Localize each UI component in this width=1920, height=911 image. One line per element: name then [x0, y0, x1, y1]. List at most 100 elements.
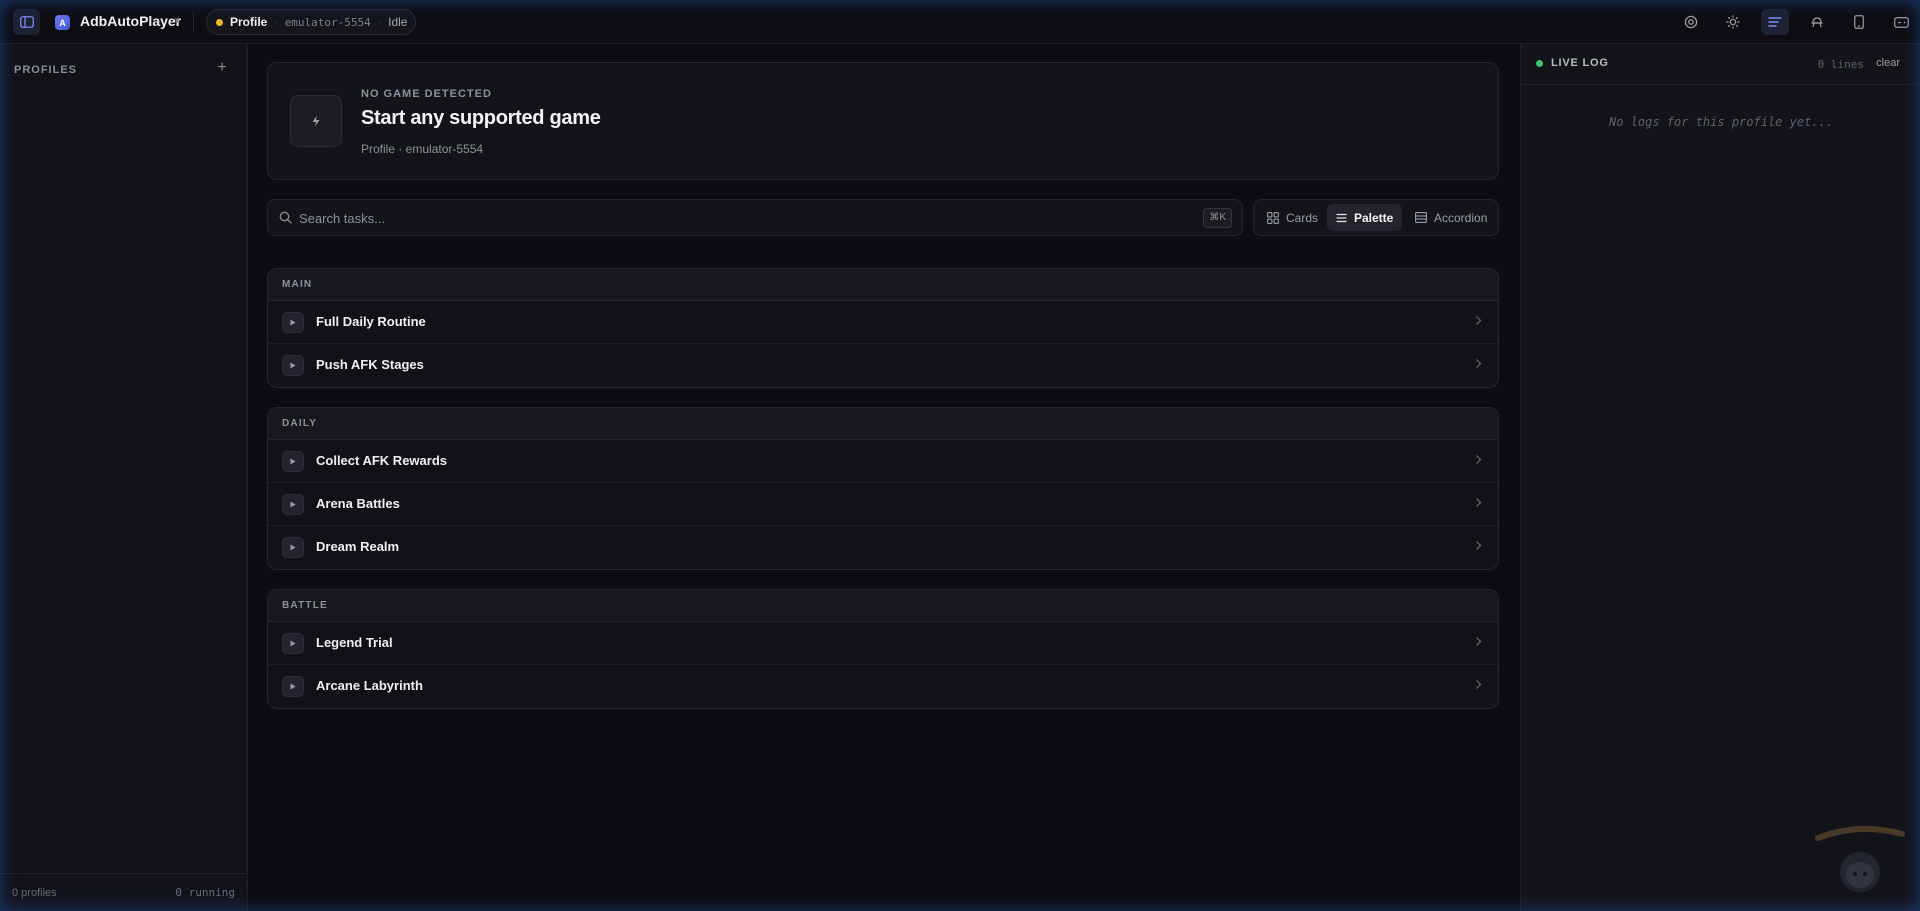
app-logo: A: [55, 15, 70, 30]
chevron-right-icon: [1476, 498, 1482, 507]
run-task-button[interactable]: [282, 355, 304, 376]
task-label: Legend Trial: [316, 635, 393, 650]
log-header: LIVE LOG 0 lines clear: [1521, 44, 1920, 85]
profile-subtitle: Profile · emulator-5554: [361, 142, 484, 156]
view-cards-button[interactable]: Cards: [1258, 204, 1327, 231]
separator: ·: [377, 16, 382, 28]
run-task-button[interactable]: [282, 676, 304, 697]
profile-name: Profile: [230, 15, 268, 29]
view-cards-label: Cards: [1286, 210, 1319, 225]
group-title: BATTLE: [268, 590, 1498, 622]
view-accordion-label: Accordion: [1434, 210, 1488, 225]
view-mode-switch: Cards Palette Accordion: [1253, 199, 1499, 236]
search-icon: [279, 211, 292, 224]
run-task-button[interactable]: [282, 537, 304, 558]
log-panel-button[interactable]: [1761, 9, 1789, 35]
task-label: Arena Battles: [316, 496, 400, 511]
phone-icon: [1854, 15, 1864, 29]
group-title: DAILY: [268, 408, 1498, 440]
game-status-card: NO GAME DETECTED Start any supported gam…: [267, 62, 1499, 180]
play-icon: [290, 501, 296, 508]
chevron-right-icon: [1476, 637, 1482, 646]
task-label: Collect AFK Rewards: [316, 453, 447, 468]
profiles-sidebar: PROFILES + 0 profiles 0 running: [0, 44, 248, 911]
group-title: MAIN: [268, 269, 1498, 301]
separator: ·: [274, 16, 278, 28]
task-row[interactable]: Collect AFK Rewards: [268, 440, 1498, 483]
add-profile-button[interactable]: +: [213, 59, 231, 77]
gamepad-icon: [1893, 16, 1909, 28]
task-label: Full Daily Routine: [316, 314, 426, 329]
bot-icon: [1811, 17, 1823, 28]
task-row[interactable]: Push AFK Stages: [268, 344, 1498, 387]
device-button[interactable]: [1845, 9, 1873, 35]
clear-log-button[interactable]: clear: [1876, 57, 1900, 69]
list-icon: [1336, 213, 1347, 222]
main-content: NO GAME DETECTED Start any supported gam…: [248, 44, 1520, 911]
task-row[interactable]: Arcane Labyrinth: [268, 665, 1498, 708]
log-line-count: 0 lines: [1817, 58, 1864, 71]
bot-button[interactable]: [1803, 9, 1831, 35]
task-label: Push AFK Stages: [316, 357, 424, 372]
log-title: LIVE LOG: [1551, 57, 1609, 69]
sun-icon: [1726, 15, 1740, 29]
play-icon: [290, 640, 296, 647]
chevron-down-icon[interactable]: v: [174, 14, 180, 26]
view-accordion-button[interactable]: Accordion: [1406, 204, 1496, 231]
chevron-right-icon: [1476, 455, 1482, 464]
target-button[interactable]: [1677, 9, 1705, 35]
task-row[interactable]: Full Daily Routine: [268, 301, 1498, 344]
play-icon: [290, 362, 296, 369]
live-log-panel: LIVE LOG 0 lines clear No logs for this …: [1520, 44, 1920, 911]
task-label: Dream Realm: [316, 539, 400, 554]
status-dot: [216, 18, 223, 26]
mascot-image: [1815, 825, 1905, 892]
run-task-button[interactable]: [282, 494, 304, 515]
page-title: Start any supported game: [361, 107, 601, 129]
play-icon: [290, 683, 296, 690]
game-button[interactable]: [1887, 9, 1915, 35]
divider: [193, 12, 194, 32]
profile-state: Idle: [388, 15, 408, 29]
play-icon: [290, 544, 296, 551]
task-row[interactable]: Arena Battles: [268, 483, 1498, 526]
chevron-right-icon: [1476, 541, 1482, 550]
chevron-right-icon: [1476, 359, 1482, 368]
log-panel-icon: [1768, 17, 1782, 27]
shortcut-hint: ⌘K: [1203, 208, 1232, 228]
run-task-button[interactable]: [282, 312, 304, 333]
target-icon: [1684, 15, 1698, 29]
view-palette-button[interactable]: Palette: [1327, 204, 1403, 231]
view-palette-label: Palette: [1354, 210, 1394, 225]
sidebar-footer: 0 profiles 0 running: [0, 873, 247, 911]
task-group-main: MAIN Full Daily Routine Push AFK Stages: [267, 268, 1499, 388]
log-empty-message: No logs for this profile yet...: [1609, 115, 1833, 129]
top-bar: A AdbAutoPlayer v Profile · emulator-555…: [0, 0, 1920, 44]
game-status-label: NO GAME DETECTED: [361, 88, 492, 100]
toggle-sidebar-button[interactable]: [13, 9, 40, 35]
search-input[interactable]: [299, 208, 1199, 228]
sidebar-title: PROFILES: [14, 64, 78, 76]
grid-icon: [1267, 211, 1279, 224]
lightning-icon: [312, 115, 320, 127]
chevron-right-icon: [1476, 680, 1482, 689]
app-name[interactable]: AdbAutoPlayer: [80, 13, 181, 29]
task-label: Arcane Labyrinth: [316, 678, 423, 693]
sidebar-icon: [19, 16, 34, 28]
chevron-right-icon: [1476, 316, 1482, 325]
task-row[interactable]: Dream Realm: [268, 526, 1498, 569]
play-icon: [290, 458, 296, 465]
live-indicator: [1536, 60, 1543, 67]
task-group-daily: DAILY Collect AFK Rewards Arena Battles …: [267, 407, 1499, 570]
profile-selector[interactable]: Profile · emulator-5554 · Idle: [206, 9, 416, 35]
accordion-icon: [1415, 212, 1427, 223]
task-row[interactable]: Legend Trial: [268, 622, 1498, 665]
theme-toggle-button[interactable]: [1719, 9, 1747, 35]
running-count: 0 running: [175, 886, 235, 899]
task-search-box: ⌘K: [267, 199, 1243, 236]
profile-count: 0 profiles: [12, 886, 57, 899]
run-task-button[interactable]: [282, 633, 304, 654]
run-task-button[interactable]: [282, 451, 304, 472]
game-placeholder: [290, 95, 342, 147]
device-id: emulator-5554: [284, 15, 371, 29]
